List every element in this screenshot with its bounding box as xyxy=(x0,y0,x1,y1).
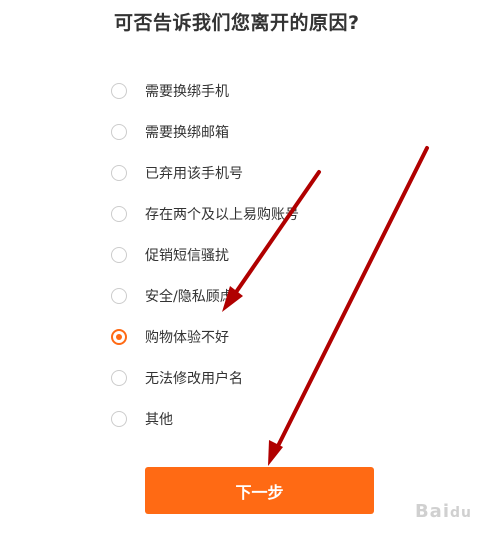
option-abandoned-phone[interactable]: 已弃用该手机号 xyxy=(111,152,431,193)
reason-radio-group: 需要换绑手机 需要换绑邮箱 已弃用该手机号 存在两个及以上易购账号 促销短信骚扰… xyxy=(111,70,431,439)
option-label: 已弃用该手机号 xyxy=(145,165,243,182)
option-label: 促销短信骚扰 xyxy=(145,247,229,264)
option-bad-experience[interactable]: 购物体验不好 xyxy=(111,316,431,357)
radio-button[interactable] xyxy=(111,246,127,263)
radio-button[interactable] xyxy=(111,287,127,304)
option-label: 其他 xyxy=(145,411,173,428)
page-title: 可否告诉我们您离开的原因? xyxy=(114,12,360,34)
option-other[interactable]: 其他 xyxy=(111,398,431,439)
page: 可否告诉我们您离开的原因? 需要换绑手机 需要换绑邮箱 已弃用该手机号 存在两个… xyxy=(0,0,492,536)
option-label: 需要换绑邮箱 xyxy=(145,124,229,141)
next-step-button[interactable]: 下一步 xyxy=(145,467,374,514)
option-label: 安全/隐私顾虑 xyxy=(145,288,234,305)
option-change-email[interactable]: 需要换绑邮箱 xyxy=(111,111,431,152)
option-multiple-accounts[interactable]: 存在两个及以上易购账号 xyxy=(111,193,431,234)
option-label: 无法修改用户名 xyxy=(145,370,243,387)
option-sms-harassment[interactable]: 促销短信骚扰 xyxy=(111,234,431,275)
option-label: 需要换绑手机 xyxy=(145,83,229,100)
radio-button[interactable] xyxy=(111,369,127,386)
option-cannot-change-username[interactable]: 无法修改用户名 xyxy=(111,357,431,398)
option-label: 存在两个及以上易购账号 xyxy=(145,206,299,223)
radio-button[interactable] xyxy=(111,123,127,140)
radio-button[interactable] xyxy=(111,205,127,222)
radio-button-selected[interactable] xyxy=(111,328,127,345)
option-label: 购物体验不好 xyxy=(145,329,229,346)
radio-button[interactable] xyxy=(111,410,127,427)
option-privacy-concerns[interactable]: 安全/隐私顾虑 xyxy=(111,275,431,316)
watermark-logo: Baidu xyxy=(414,501,472,522)
radio-button[interactable] xyxy=(111,164,127,181)
option-change-phone[interactable]: 需要换绑手机 xyxy=(111,70,431,111)
radio-button[interactable] xyxy=(111,82,127,99)
